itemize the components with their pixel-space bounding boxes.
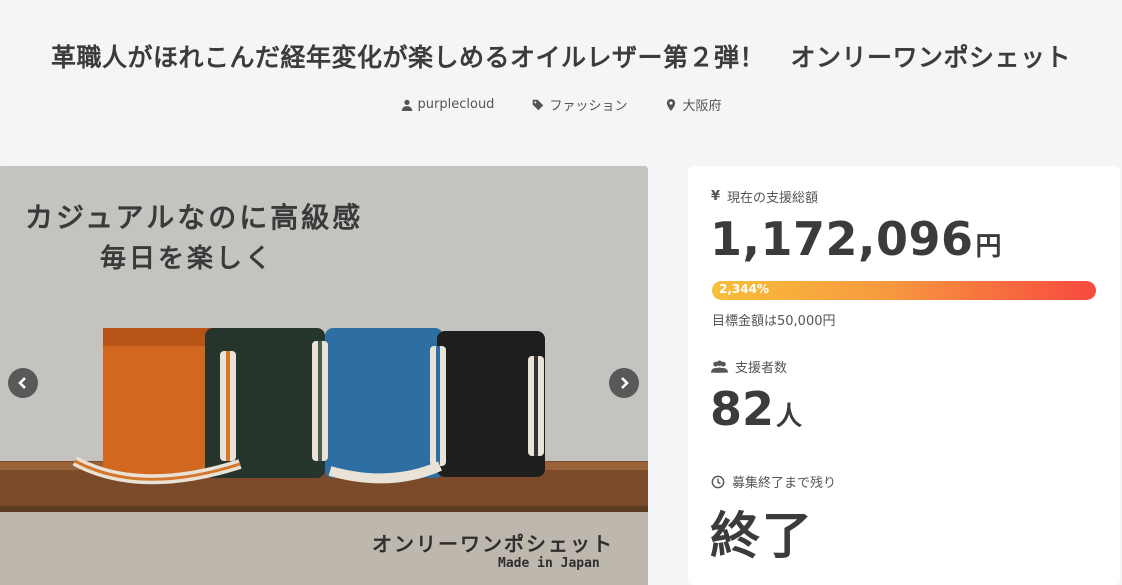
chevron-right-icon — [621, 377, 629, 389]
remaining-label: 募集終了まで残り — [711, 472, 836, 491]
chevron-left-icon — [18, 377, 26, 389]
owner-name: purplecloud — [417, 97, 495, 112]
clock-icon — [711, 475, 725, 488]
total-label: ¥ 現在の支援総額 — [711, 189, 819, 206]
overlay-headline: カジュアルなのに高級感 — [25, 201, 364, 234]
overlay-made-in: Made in Japan — [498, 556, 600, 571]
remaining-value: 終了 — [710, 507, 814, 565]
image-carousel[interactable]: カジュアルなのに高級感 毎日を楽しく オンリーワンポシェット Made in J… — [0, 166, 648, 585]
category-name: ファッション — [549, 99, 628, 114]
user-icon — [401, 99, 412, 111]
category-link[interactable]: ファッション — [532, 95, 627, 114]
project-meta: purplecloud ファッション 大阪府 — [0, 95, 1122, 114]
location-name: 大阪府 — [682, 99, 722, 114]
tag-icon — [533, 99, 544, 110]
backers-count: 82人 — [710, 382, 803, 436]
carousel-prev-button[interactable] — [8, 368, 38, 398]
carousel-next-button[interactable] — [609, 368, 639, 398]
map-pin-icon — [667, 98, 676, 111]
backers-label: 支援者数 — [711, 357, 787, 376]
goal-amount: 目標金額は50,000円 — [712, 314, 836, 329]
project-title: 革職人がほれこんだ経年変化が楽しめるオイルレザー第２弾！ オンリーワンポシェット — [50, 43, 1071, 72]
users-icon — [711, 359, 728, 373]
location-link[interactable]: 大阪府 — [665, 95, 721, 114]
progress-percent: 2,344% — [719, 282, 769, 296]
yen-icon: ¥ — [711, 189, 721, 204]
overlay-product-name: オンリーワンポシェット — [372, 532, 614, 556]
funding-progress-bar: 2,344% — [712, 281, 1096, 300]
overlay-subline: 毎日を楽しく — [100, 244, 275, 274]
funding-stats-panel: ¥ 現在の支援総額 1,172,096円 2,344% 目標金額は50,000円… — [688, 166, 1120, 585]
total-amount: 1,172,096円 — [710, 212, 1003, 266]
owner-link[interactable]: purplecloud — [401, 95, 495, 114]
